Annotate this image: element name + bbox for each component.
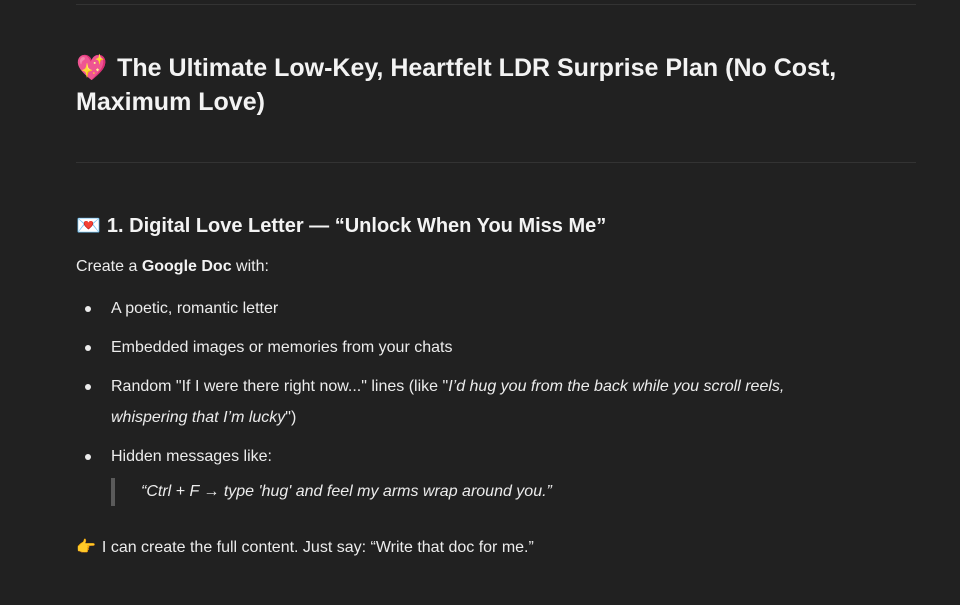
section-heading: 💌 1. Digital Love Letter — “Unlock When Y…: [76, 212, 916, 240]
list-item-italic-line2: whispering that I’m lucky: [111, 409, 286, 426]
intro-bold: Google Doc: [141, 258, 232, 275]
sparkling-heart-icon: 💖: [76, 54, 108, 82]
list-item-text: Hidden messages like:: [111, 448, 272, 465]
intro-prefix: Create a: [76, 258, 142, 275]
call-to-action-text: I can create the full content. Just say:…: [101, 539, 534, 556]
list-item-text-suffix: "): [285, 409, 297, 426]
bullet-icon: [85, 345, 91, 351]
list-item-text: Embedded images or memories from your ch…: [111, 339, 453, 356]
intro-paragraph: Create a Google Doc with:: [76, 255, 269, 279]
divider-section: [76, 162, 916, 163]
intro-suffix: with:: [231, 258, 269, 275]
page-title-line2: Maximum Love): [76, 88, 265, 116]
list-item-text: A poetic, romantic letter: [111, 300, 279, 317]
divider-top: [76, 4, 916, 5]
list-item: Embedded images or memories from your ch…: [76, 332, 876, 363]
list-item: A poetic, romantic letter: [76, 293, 876, 324]
list-item-text-prefix: Random "If I were there right now..." li…: [111, 378, 449, 395]
pointing-hand-icon: 👉: [76, 539, 96, 556]
page-title: 💖 The Ultimate Low-Key, Heartfelt LDR Sur…: [76, 51, 896, 119]
section-heading-text: 1. Digital Love Letter — “Unlock When Yo…: [106, 215, 607, 237]
chat-response: 💖 The Ultimate Low-Key, Heartfelt LDR Sur…: [0, 0, 960, 605]
page-title-line1: The Ultimate Low-Key, Heartfelt LDR Surp…: [117, 54, 837, 82]
bullet-icon: [85, 384, 91, 390]
bullet-icon: [85, 306, 91, 312]
call-to-action: 👉 I can create the full content. Just say…: [76, 536, 534, 560]
list-item-italic-line1: I’d hug you from the back while you scro…: [448, 378, 785, 395]
list-item: Hidden messages like:: [76, 441, 876, 472]
bullet-icon: [85, 454, 91, 460]
love-letter-icon: 💌: [76, 215, 101, 237]
list-item: Random "If I were there right now..." li…: [76, 371, 876, 433]
blockquote: “Ctrl + F → type 'hug' and feel my arms …: [111, 478, 552, 506]
bullet-list: A poetic, romantic letter Embedded image…: [76, 293, 876, 480]
